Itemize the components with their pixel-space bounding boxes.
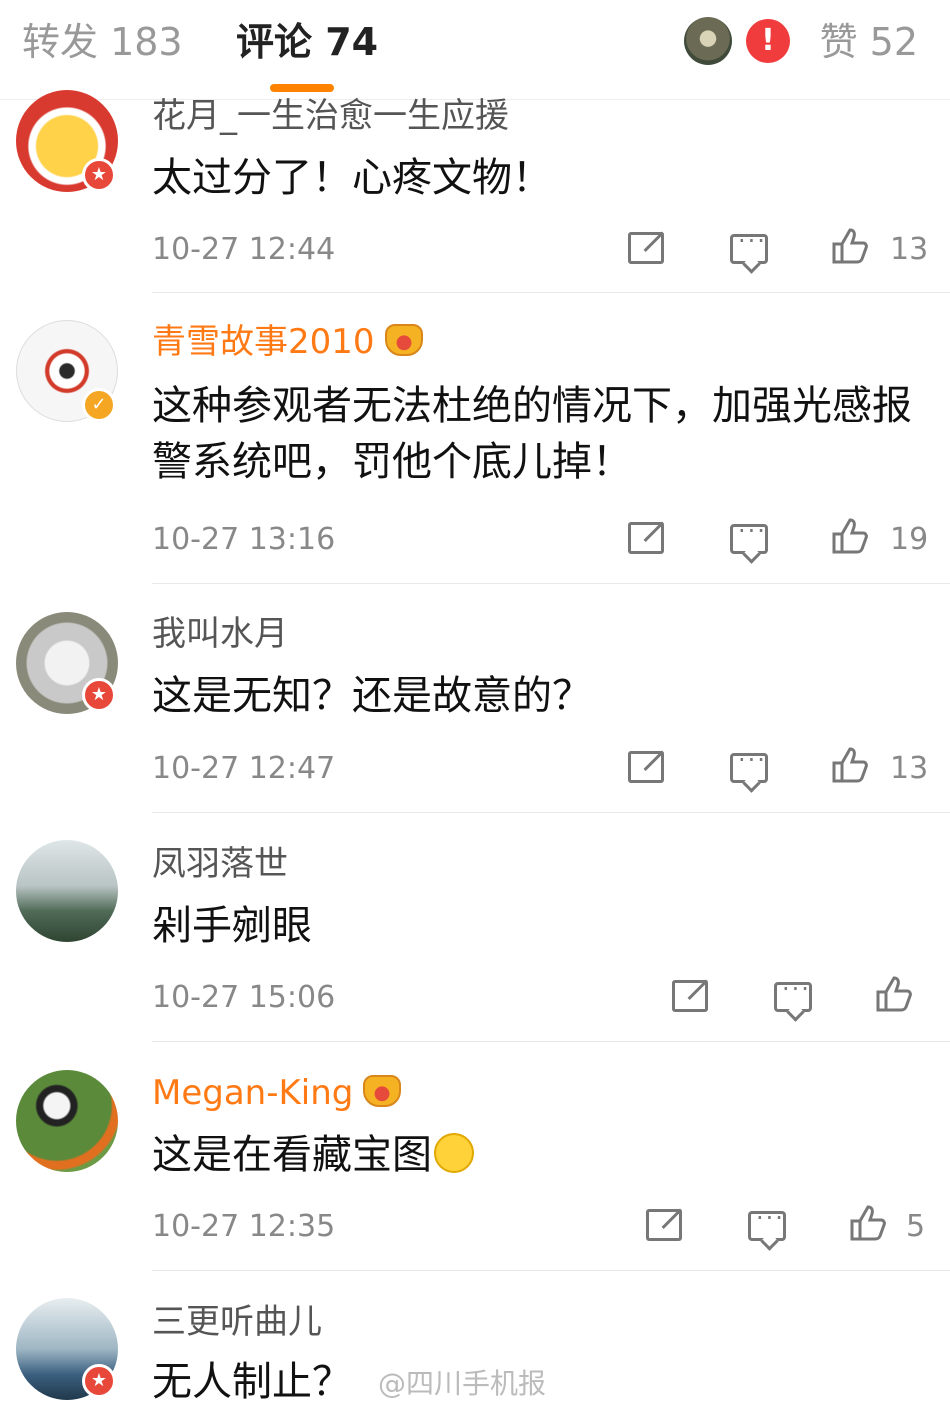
comment-author[interactable]: 三更听曲儿 xyxy=(152,1300,322,1344)
reply-icon[interactable] xyxy=(748,1204,786,1241)
comment-time: 10-27 15:06 xyxy=(152,980,336,1015)
author-name: Megan-King xyxy=(152,1073,354,1113)
divider xyxy=(152,1270,950,1271)
divider xyxy=(152,812,950,813)
like-icon[interactable] xyxy=(830,745,870,785)
like-count: 13 xyxy=(890,232,929,267)
share-icon[interactable] xyxy=(672,980,708,1012)
reply-icon[interactable] xyxy=(774,975,812,1012)
comment-tabs-header: 转发 183 评论 74 ! 赞 52 xyxy=(0,0,950,100)
comment-time: 10-27 12:47 xyxy=(152,751,336,786)
active-tab-indicator xyxy=(270,84,334,92)
tab-reposts[interactable]: 转发 183 xyxy=(22,16,183,68)
member-badge-icon: ★ xyxy=(82,1364,116,1398)
divider xyxy=(152,583,950,584)
verified-badge-icon: ✓ xyxy=(82,388,116,422)
comment-text: 这种参观者无法杜绝的情况下，加强光感报警系统吧，罚他个底儿掉！ xyxy=(152,383,912,485)
comment-time: 10-27 12:35 xyxy=(152,1209,336,1244)
member-badge-icon: ★ xyxy=(82,678,116,712)
tab-comments[interactable]: 评论 74 xyxy=(236,16,378,68)
vip-crown-icon xyxy=(384,323,423,356)
like-icon[interactable] xyxy=(830,226,870,266)
share-icon[interactable] xyxy=(628,751,664,783)
comment-author[interactable]: 我叫水月 xyxy=(152,612,288,656)
divider xyxy=(152,1041,950,1042)
comment-time: 10-27 12:44 xyxy=(152,232,336,267)
tab-likes[interactable]: 赞 52 xyxy=(820,16,918,68)
comment-text: 这是无知？还是故意的？ xyxy=(152,673,592,719)
like-count: 19 xyxy=(890,522,929,557)
alert-icon[interactable]: ! xyxy=(746,19,790,63)
like-icon[interactable] xyxy=(848,1203,888,1243)
comment-author[interactable]: Megan-King xyxy=(152,1071,402,1115)
reply-icon[interactable] xyxy=(730,517,768,554)
avatar[interactable] xyxy=(16,1070,118,1172)
avatar[interactable] xyxy=(16,840,118,942)
share-icon[interactable] xyxy=(628,522,664,554)
like-count: 5 xyxy=(906,1209,926,1244)
vip-crown-icon xyxy=(363,1074,402,1107)
divider xyxy=(152,292,950,293)
like-count: 13 xyxy=(890,751,929,786)
author-name: 青雪故事2010 xyxy=(152,322,375,362)
comment-time: 10-27 13:16 xyxy=(152,522,336,557)
comment-text: 剁手剜眼 xyxy=(152,903,312,949)
glasses-emoji-icon xyxy=(434,1133,474,1173)
comment-text-body: 这是在看藏宝图 xyxy=(152,1132,432,1178)
reply-icon[interactable] xyxy=(730,746,768,783)
like-icon[interactable] xyxy=(830,516,870,556)
share-icon[interactable] xyxy=(646,1209,682,1241)
comment-text: 这是在看藏宝图 xyxy=(152,1127,912,1183)
share-icon[interactable] xyxy=(628,232,664,264)
like-icon[interactable] xyxy=(874,974,914,1014)
reply-icon[interactable] xyxy=(730,227,768,264)
comment-author[interactable]: 凤羽落世 xyxy=(152,842,288,886)
comment-author[interactable]: 花月_一生治愈一生应援 xyxy=(152,94,509,138)
member-badge-icon: ★ xyxy=(82,158,116,192)
comment-author[interactable]: 青雪故事2010 xyxy=(152,320,423,364)
comment-text: 太过分了！心疼文物！ xyxy=(152,155,552,201)
watermark: @四川手机报 xyxy=(378,1367,547,1400)
liker-avatar[interactable] xyxy=(684,17,732,65)
